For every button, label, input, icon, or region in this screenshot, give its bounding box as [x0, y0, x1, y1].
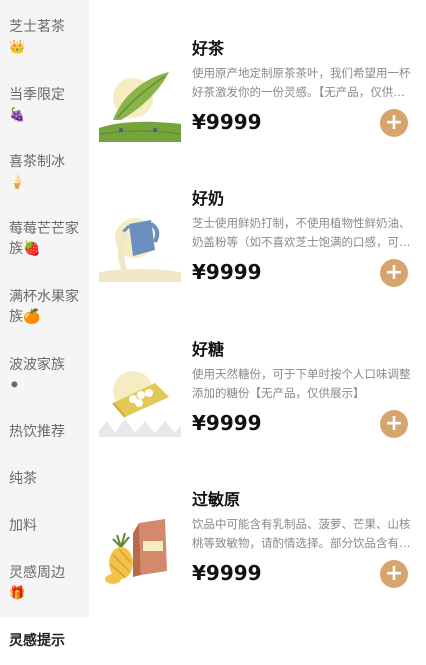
sidebar-item-label: 热饮推荐 [9, 424, 65, 440]
sidebar-item-label: 当季限定 [9, 87, 65, 103]
product-name: 好糖 [192, 340, 225, 359]
product-price: ¥9999 [192, 260, 262, 284]
product-description: 饮品中可能含有乳制品、菠萝、芒果、山核桃等致敏物，请酌情选择。部分饮品含有坚果 [192, 517, 411, 550]
product-card[interactable]: 好奶 芝士使用鲜奶打制，不使用植物性鲜奶油、奶盖粉等（如不喜欢芝士饱满的口感，可… [89, 188, 426, 338]
sidebar-item-berry-mango[interactable]: 莓莓芒芒家族🍓 [9, 219, 87, 259]
sidebar-item-label: 纯茶 [9, 471, 37, 487]
add-to-cart-button[interactable]: + [380, 109, 408, 137]
sidebar-item-ice[interactable]: 喜茶制冰 🍦 [9, 152, 87, 192]
sidebar-item-seasonal[interactable]: 当季限定 🍇 [9, 85, 87, 125]
sidebar-item-tips[interactable]: 灵感提示 [0, 617, 89, 665]
sidebar-item-fruit[interactable]: 满杯水果家族🍊 [9, 287, 87, 327]
sidebar-item-label: 莓莓芒芒家族🍓 [9, 221, 79, 257]
black-circle-icon: ⚫ [9, 378, 20, 393]
product-description: 使用天然糖份，可于下单时按个人口味调整添加的糖份【无产品，仅供展示】 [192, 367, 411, 400]
sidebar-item-toppings[interactable]: 加料 [9, 516, 87, 536]
sidebar-item-hot-drinks[interactable]: 热饮推荐 [9, 422, 87, 442]
add-to-cart-button[interactable]: + [380, 560, 408, 588]
product-price: ¥9999 [192, 561, 262, 585]
sidebar-item-pure-tea[interactable]: 纯茶 [9, 469, 87, 489]
sidebar-item-label: 灵感周边 [9, 565, 65, 581]
sidebar-item-label: 喜茶制冰 [9, 154, 65, 170]
add-to-cart-button[interactable]: + [380, 259, 408, 287]
product-name: 过敏原 [192, 490, 241, 509]
sidebar-item-label: 波波家族 [9, 357, 65, 373]
tea-leaf-icon [99, 60, 181, 142]
product-card[interactable]: 过敏原 饮品中可能含有乳制品、菠萝、芒果、山核桃等致敏物，请酌情选择。部分饮品含… [89, 489, 426, 639]
category-sidebar: 芝士茗茶 👑 当季限定 🍇 喜茶制冰 🍦 莓莓芒芒家族🍓 满杯水果家族🍊 波波家… [0, 0, 89, 665]
ice-cream-icon: 🍦 [9, 175, 26, 190]
product-description: 使用原产地定制原茶茶叶，我们希望用一杯好茶激发你的一份灵感。【无产品，仅供展示】 [192, 66, 411, 99]
product-card[interactable]: 好糖 使用天然糖份，可于下单时按个人口味调整添加的糖份【无产品，仅供展示】 ¥9… [89, 339, 426, 489]
sidebar-item-merch[interactable]: 灵感周边 🎁 [9, 563, 87, 603]
milk-jug-icon [99, 210, 181, 292]
sidebar-item-label: 芝士茗茶 [9, 19, 65, 35]
product-price: ¥9999 [192, 110, 262, 134]
sugar-tray-icon [99, 361, 181, 443]
product-card[interactable]: 好茶 使用原产地定制原茶茶叶，我们希望用一杯好茶激发你的一份灵感。【无产品，仅供… [89, 38, 426, 188]
sidebar-item-label: 灵感提示 [9, 633, 65, 649]
add-to-cart-button[interactable]: + [380, 410, 408, 438]
sidebar-item-boba[interactable]: 波波家族 ⚫ [9, 355, 87, 395]
sidebar-item-label: 满杯水果家族🍊 [9, 289, 79, 325]
allergen-icon [99, 511, 181, 593]
sidebar-item-label: 加料 [9, 518, 37, 534]
gift-icon: 🎁 [9, 586, 26, 601]
product-name: 好奶 [192, 189, 225, 208]
product-price: ¥9999 [192, 411, 262, 435]
crown-icon: 👑 [9, 40, 26, 55]
sidebar-item-cheese-tea[interactable]: 芝士茗茶 👑 [9, 17, 87, 57]
product-name: 好茶 [192, 39, 225, 58]
product-description: 芝士使用鲜奶打制，不使用植物性鲜奶油、奶盖粉等（如不喜欢芝士饱满的口感，可选择去… [192, 216, 411, 249]
grape-icon: 🍇 [9, 108, 26, 123]
